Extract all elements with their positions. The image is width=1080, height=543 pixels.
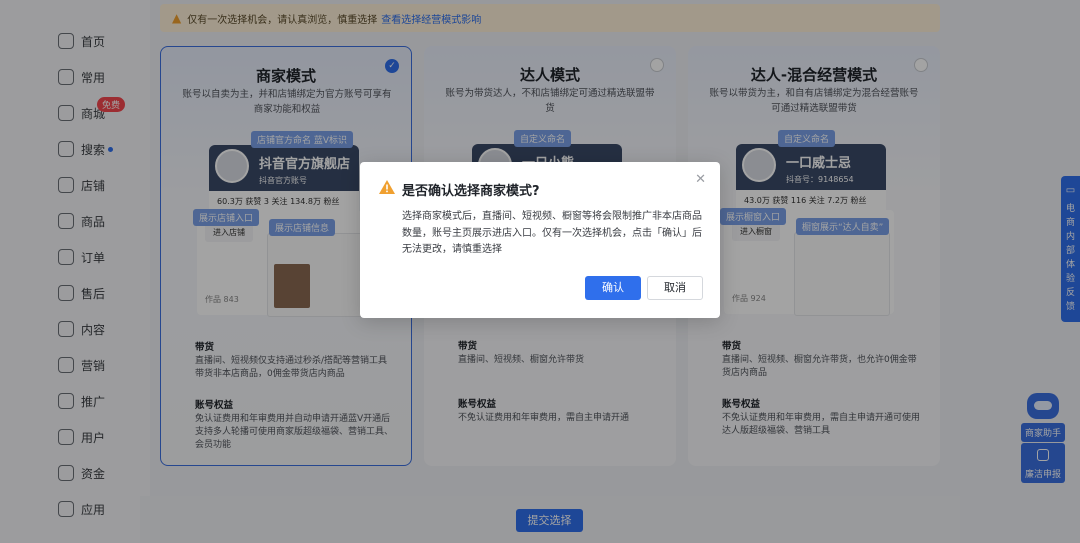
cancel-button[interactable]: 取消 (647, 276, 703, 300)
close-icon[interactable]: ✕ (695, 172, 706, 187)
warning-icon (379, 180, 395, 194)
dialog-title: 是否确认选择商家模式? (402, 184, 540, 199)
confirm-dialog: 是否确认选择商家模式? ✕ 选择商家模式后，直播间、短视频、橱窗等将会限制推广非… (360, 162, 720, 318)
confirm-button[interactable]: 确认 (585, 276, 641, 300)
dialog-body: 选择商家模式后，直播间、短视频、橱窗等将会限制推广非本店商品数量，账号主页展示进… (402, 211, 702, 255)
